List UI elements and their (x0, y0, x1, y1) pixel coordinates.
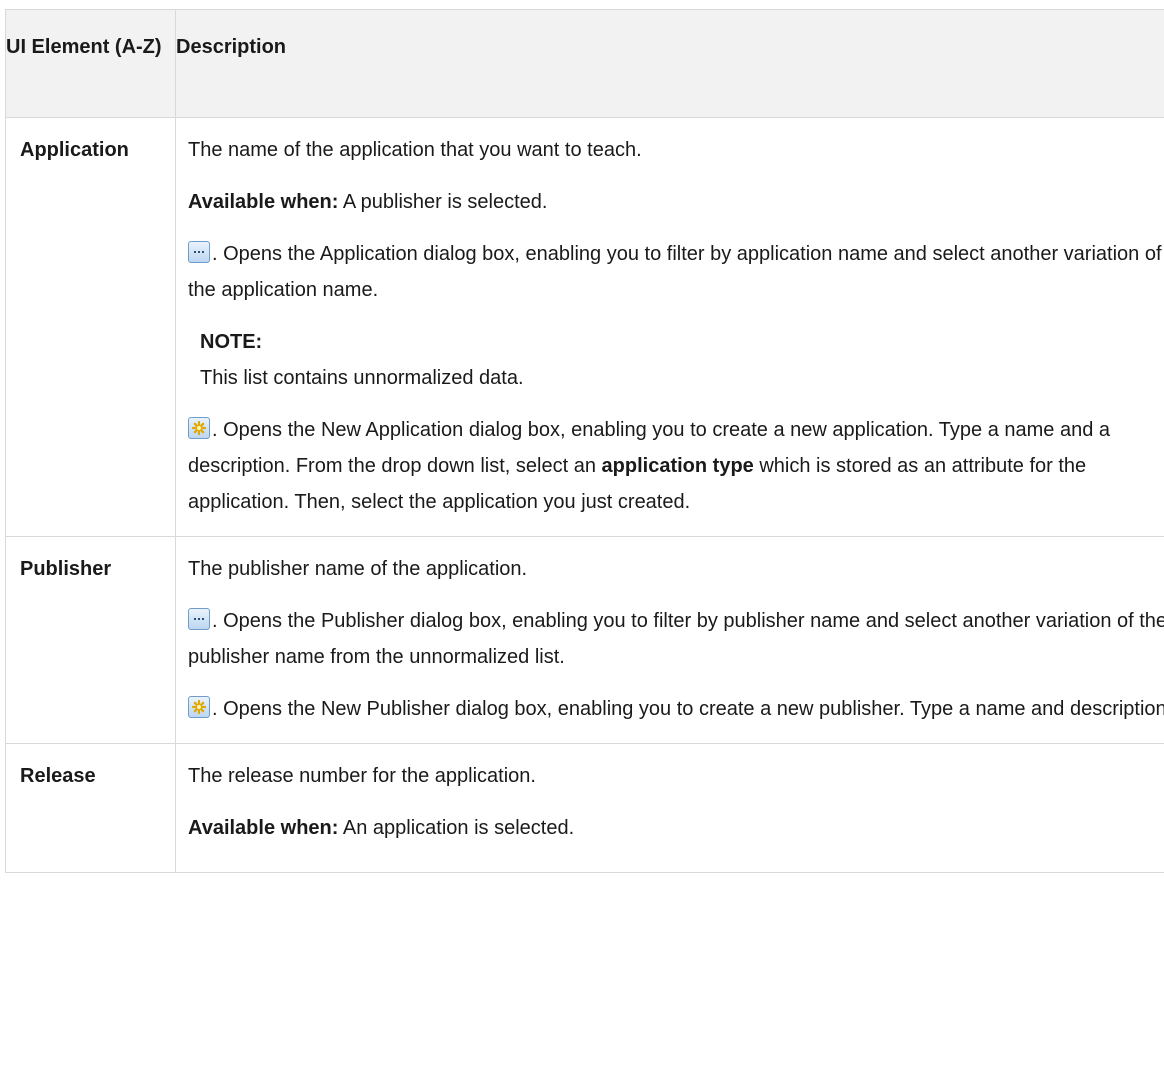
header-ui-element: UI Element (A-Z) (5, 9, 176, 118)
table-row-application: Application The name of the application … (5, 117, 1164, 537)
table-row-publisher: Publisher The publisher name of the appl… (5, 536, 1164, 744)
element-name: Publisher (5, 536, 176, 744)
browse-description: . Opens the Application dialog box, enab… (188, 236, 1164, 308)
new-item-star-icon[interactable] (188, 417, 210, 439)
note-title: NOTE: (200, 331, 263, 353)
new-text: . Opens the New Publisher dialog box, en… (212, 698, 1164, 720)
availability-label: Available when: (188, 191, 339, 213)
note-text: This list contains unnormalized data. (200, 367, 524, 389)
availability: Available when: An application is select… (188, 810, 1164, 846)
availability-text: A publisher is selected. (338, 191, 548, 213)
table-header-row: UI Element (A-Z) Description (5, 9, 1164, 118)
header-description: Description (175, 9, 1164, 118)
description-intro: The publisher name of the application. (188, 558, 528, 580)
new-description: . Opens the New Application dialog box, … (188, 412, 1164, 520)
availability: Available when: A publisher is selected. (188, 184, 1164, 220)
ellipsis-button-icon[interactable] (188, 241, 210, 263)
description-intro: The name of the application that you wan… (188, 139, 642, 161)
availability-label: Available when: (188, 817, 339, 839)
note-block: NOTE: This list contains unnormalized da… (188, 324, 1164, 396)
element-description: The publisher name of the application. .… (175, 536, 1164, 744)
new-text-bold: application type (601, 455, 754, 477)
browse-text: . Opens the Publisher dialog box, enabli… (188, 610, 1164, 668)
new-item-star-icon[interactable] (188, 696, 210, 718)
element-description: The name of the application that you wan… (175, 117, 1164, 537)
browse-description: . Opens the Publisher dialog box, enabli… (188, 603, 1164, 675)
new-description: . Opens the New Publisher dialog box, en… (188, 691, 1164, 727)
table-row-release: Release The release number for the appli… (5, 743, 1164, 873)
browse-text: . Opens the Application dialog box, enab… (188, 243, 1162, 301)
availability-text: An application is selected. (338, 817, 575, 839)
element-name: Release (5, 743, 176, 873)
ellipsis-button-icon[interactable] (188, 608, 210, 630)
element-description: The release number for the application. … (175, 743, 1164, 873)
ui-elements-table: UI Element (A-Z) Description Application… (5, 9, 1164, 873)
element-name: Application (5, 117, 176, 537)
description-intro: The release number for the application. (188, 765, 536, 787)
